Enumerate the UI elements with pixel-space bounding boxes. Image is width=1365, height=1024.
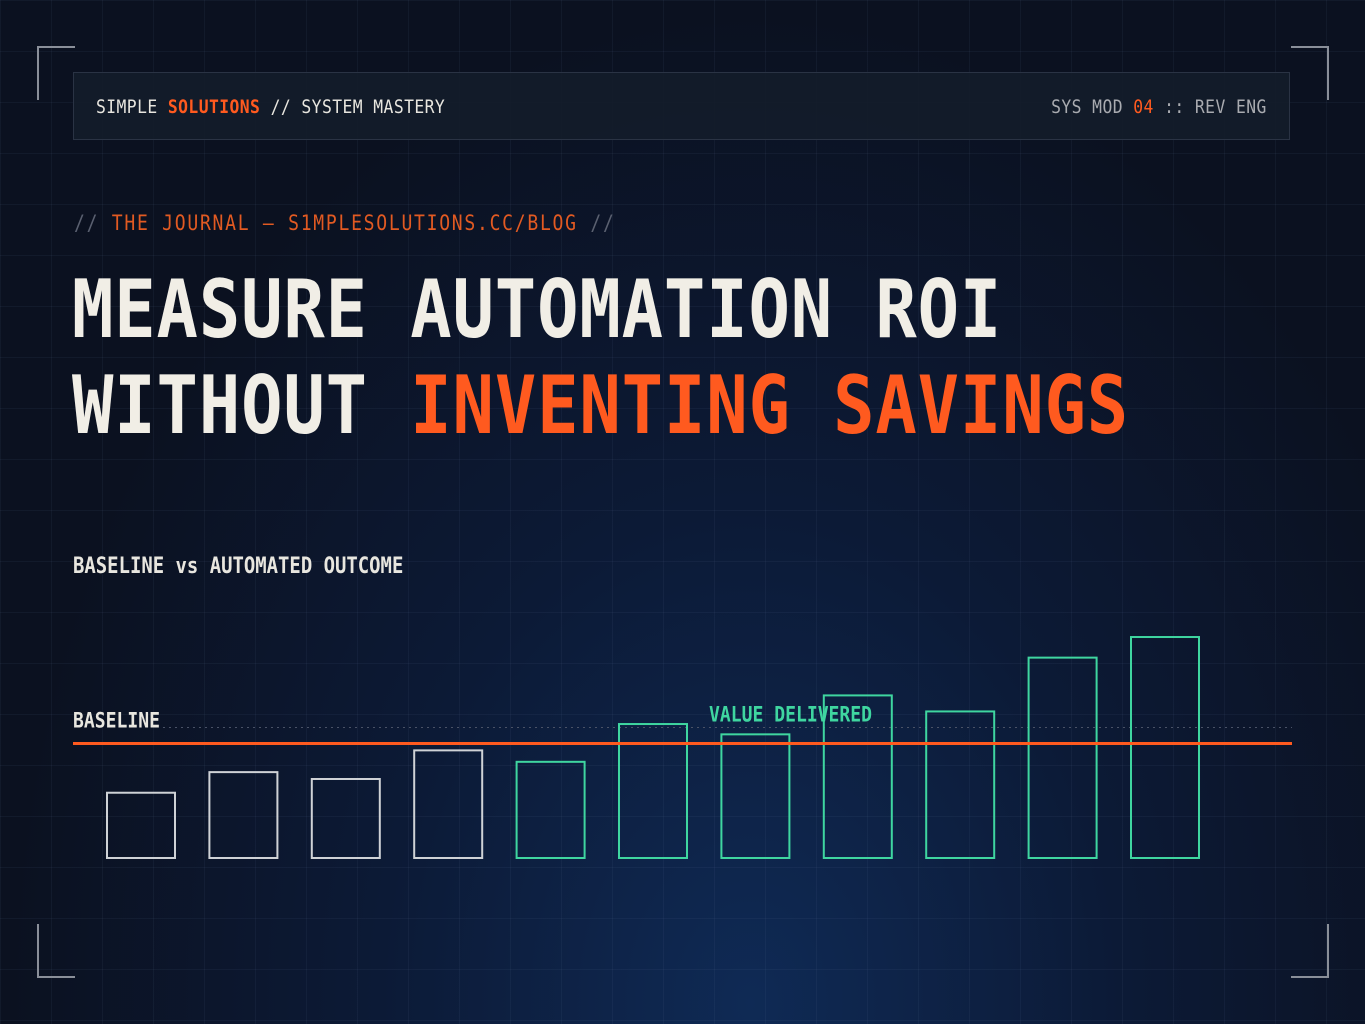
chart-bar [106,791,176,859]
header-bar: SIMPLE SOLUTIONS // SYSTEM MASTERY SYS M… [73,72,1290,140]
corner-bracket-top-right [1291,46,1329,100]
roi-bar-chart: BASELINE VALUE DELIVERED [73,636,1292,860]
corner-bracket-top-left [37,46,75,100]
module-separator: :: [1164,96,1185,118]
chart-heading: BASELINE vs AUTOMATED OUTCOME [73,554,404,579]
value-delivered-label: VALUE DELIVERED [709,702,872,727]
chart-bar [925,710,996,859]
module-suffix: REV ENG [1195,96,1267,118]
title-line-2-accent: INVENTING SAVINGS [410,359,1130,452]
corner-bracket-bottom-right [1291,924,1329,978]
module-number: 04 [1133,96,1155,118]
kicker-text: THE JOURNAL — S1MPLESOLUTIONS.CC/BLOG [111,211,578,235]
corner-bracket-bottom-left [37,924,75,978]
journal-kicker: // THE JOURNAL — S1MPLESOLUTIONS.CC/BLOG… [74,211,616,235]
page-title: MEASURE AUTOMATION ROI WITHOUT INVENTING… [72,262,1129,454]
brand-accent: SOLUTIONS [167,96,261,118]
chart-bar [310,777,381,859]
chart-bar [413,749,484,859]
title-line-2-plain: WITHOUT [72,359,368,452]
brand-separator: // [270,96,292,118]
chart-bar [208,771,279,859]
brand-primary: SIMPLE [96,96,158,118]
module-tag: SYS MOD 04 :: REV ENG [1051,96,1267,118]
title-line-1: MEASURE AUTOMATION ROI [72,263,1003,356]
chart-bar [1027,656,1098,859]
module-prefix: SYS MOD [1051,96,1124,118]
chart-bar [720,733,791,859]
chart-bar [515,760,586,860]
kicker-right-slash: // [590,211,616,235]
chart-bar [1130,636,1200,859]
brand-line: SIMPLE SOLUTIONS // SYSTEM MASTERY [96,96,445,118]
baseline-label: BASELINE [73,708,160,733]
brand-secondary: SYSTEM MASTERY [301,96,446,118]
kicker-left-slash: // [74,211,100,235]
